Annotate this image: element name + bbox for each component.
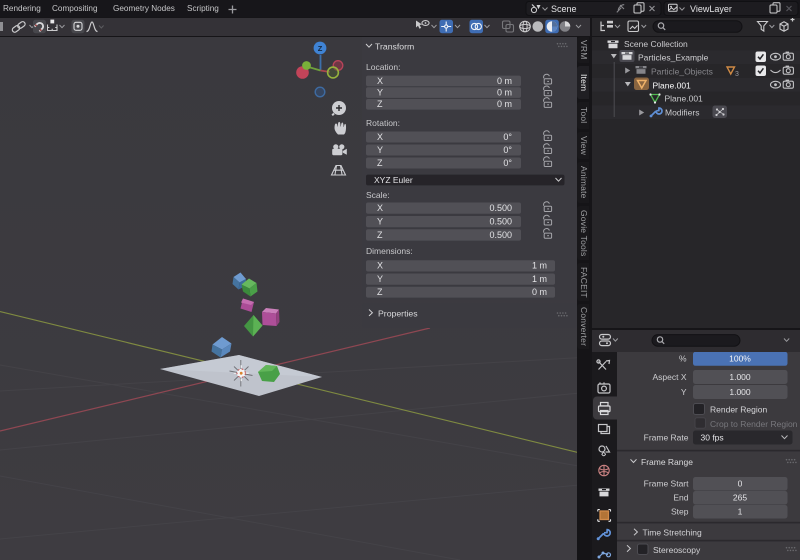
svg-text:1 m: 1 m	[532, 274, 547, 284]
svg-text:X: X	[377, 76, 383, 86]
svg-text:100%: 100%	[729, 354, 751, 364]
svg-text:0°: 0°	[503, 132, 512, 142]
svg-text:265: 265	[733, 493, 747, 503]
svg-text:0.500: 0.500	[489, 203, 512, 213]
svg-text:Aspect X: Aspect X	[652, 372, 686, 382]
svg-text:0.500: 0.500	[489, 230, 512, 240]
svg-text:Properties: Properties	[378, 309, 418, 319]
svg-text:Location:: Location:	[366, 62, 401, 72]
svg-text:0°: 0°	[503, 158, 512, 168]
svg-text:0: 0	[738, 479, 743, 489]
svg-text:Frame Start: Frame Start	[644, 479, 690, 489]
svg-text:Particles_Example: Particles_Example	[638, 53, 709, 63]
svg-text:Z: Z	[377, 99, 383, 109]
svg-text:Plane.001: Plane.001	[653, 81, 692, 91]
svg-text:Plane.001: Plane.001	[665, 94, 704, 104]
svg-text:%: %	[679, 354, 687, 364]
svg-text:Stereoscopy: Stereoscopy	[653, 545, 701, 555]
svg-text:1: 1	[738, 507, 743, 517]
svg-text:Y: Y	[681, 387, 687, 397]
svg-text:X: X	[377, 261, 383, 271]
svg-text:Y: Y	[377, 88, 383, 98]
svg-text:0 m: 0 m	[497, 76, 512, 86]
svg-text:0 m: 0 m	[532, 287, 547, 297]
svg-text:Dimensions:: Dimensions:	[366, 246, 413, 256]
svg-text:Render Region: Render Region	[710, 405, 767, 415]
svg-text:Transform: Transform	[375, 42, 414, 52]
svg-text:Rotation:: Rotation:	[366, 118, 400, 128]
svg-text:XYZ Euler: XYZ Euler	[374, 175, 413, 185]
svg-text:3: 3	[735, 71, 739, 78]
svg-text:0°: 0°	[503, 145, 512, 155]
svg-text:ViewLayer: ViewLayer	[690, 4, 732, 14]
svg-text:X: X	[377, 132, 383, 142]
svg-text:1.000: 1.000	[729, 387, 751, 397]
svg-text:Scale:: Scale:	[366, 190, 390, 200]
svg-text:Y: Y	[377, 217, 383, 227]
svg-text:Z: Z	[377, 158, 383, 168]
svg-text:Scene Collection: Scene Collection	[624, 39, 688, 49]
svg-text:0.500: 0.500	[489, 217, 512, 227]
svg-text:Frame Range: Frame Range	[641, 457, 693, 467]
svg-text:30 fps: 30 fps	[701, 433, 724, 443]
svg-text:0 m: 0 m	[497, 99, 512, 109]
svg-text:1 m: 1 m	[532, 261, 547, 271]
svg-text:Crop to Render Region: Crop to Render Region	[710, 419, 798, 429]
svg-text:Time Stretching: Time Stretching	[643, 528, 702, 538]
svg-text:Modifiers: Modifiers	[665, 108, 699, 118]
svg-text:Y: Y	[377, 274, 383, 284]
svg-text:0 m: 0 m	[497, 88, 512, 98]
svg-text:Y: Y	[377, 145, 383, 155]
svg-text:Frame Rate: Frame Rate	[644, 433, 689, 443]
svg-text:Z: Z	[377, 230, 383, 240]
svg-text:X: X	[377, 203, 383, 213]
svg-text:Particle_Objects: Particle_Objects	[651, 67, 713, 77]
svg-text:Z: Z	[318, 44, 323, 53]
svg-text:Scene: Scene	[551, 4, 577, 14]
svg-text:End: End	[673, 493, 688, 503]
svg-text:Step: Step	[671, 507, 689, 517]
svg-text:1.000: 1.000	[729, 372, 751, 382]
svg-text:Z: Z	[377, 287, 383, 297]
